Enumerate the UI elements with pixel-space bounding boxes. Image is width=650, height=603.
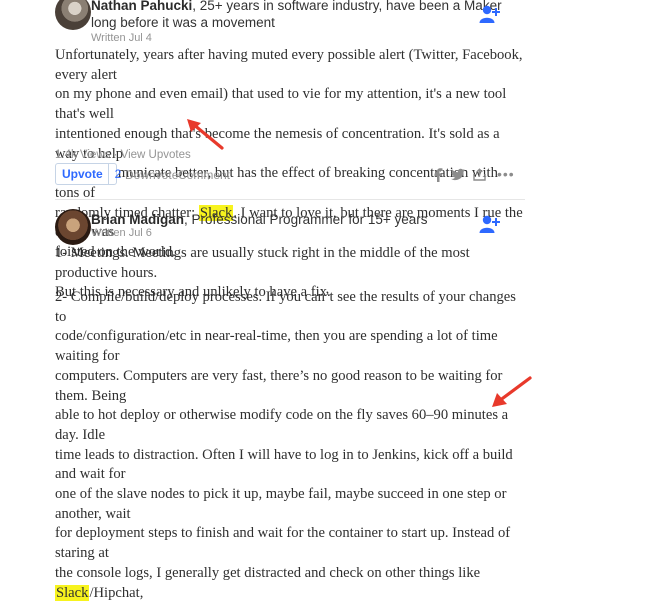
author-avatar[interactable] [55, 0, 91, 30]
answer-line: computers. Computers are very fast, ther… [55, 367, 503, 404]
upvote-label: Upvote [62, 167, 103, 181]
author-credential-line: Nathan Pahucki, 25+ years in software in… [91, 0, 502, 14]
written-date[interactable]: Written Jul 4 [91, 32, 152, 44]
author-avatar[interactable] [55, 209, 91, 245]
answer-line: on my phone and even email) that used to… [55, 86, 507, 123]
author-credential-line: Brian Madigan, Professional Programmer f… [91, 211, 428, 228]
facebook-icon[interactable] [432, 168, 444, 182]
answer-paragraph: 2- Compile/build/deploy processes. If yo… [55, 288, 525, 603]
comment-button[interactable]: Comment [178, 168, 230, 182]
answer-line: the console logs, I generally get distra… [55, 564, 525, 603]
author-name[interactable]: Nathan Pahucki [91, 0, 192, 13]
written-date[interactable]: Written Jul 6 [91, 227, 152, 239]
downvote-button[interactable]: Downvote [125, 168, 178, 182]
views-upvotes-link[interactable]: 1.4k Views · View Upvotes [55, 149, 191, 161]
answer-divider [55, 199, 525, 200]
answer-line: 2- Compile/build/deploy processes. If yo… [55, 289, 516, 325]
follow-user-icon[interactable] [479, 214, 501, 234]
more-options-icon[interactable]: ••• [497, 166, 515, 182]
follow-user-icon[interactable] [479, 4, 501, 24]
answer-line: time leads to distraction. Often I will … [55, 446, 513, 483]
answer-line: able to hot deploy or otherwise modify c… [55, 407, 509, 443]
answer-line: Unfortunately, years after having muted … [55, 47, 523, 83]
answer-line: 1- Meetings. Meetings are usually stuck … [55, 245, 470, 281]
author-name[interactable]: Brian Madigan [91, 212, 184, 227]
answer-line: code/configuration/etc in near-real-time… [55, 328, 498, 365]
author-credential: , 25+ years in software industry, have b… [192, 0, 502, 13]
author-credential: , Professional Programmer for 15+ years [184, 212, 428, 227]
answer-line: for deployment steps to finish and wait … [55, 525, 511, 562]
red-arrow-icon [187, 119, 224, 150]
highlighted-word: Slack [55, 584, 90, 601]
author-credential-cont: long before it was a movement [91, 15, 275, 30]
line-text: /Hipchat, [89, 584, 144, 601]
twitter-icon[interactable] [451, 168, 465, 181]
upvote-button[interactable]: Upvote 2 [55, 163, 121, 185]
red-arrow-icon [492, 376, 532, 407]
answer-line: one of the slave nodes to pick it up, ma… [55, 486, 507, 522]
share-icon[interactable] [473, 168, 486, 181]
line-text: the console logs, I generally get distra… [55, 564, 481, 581]
